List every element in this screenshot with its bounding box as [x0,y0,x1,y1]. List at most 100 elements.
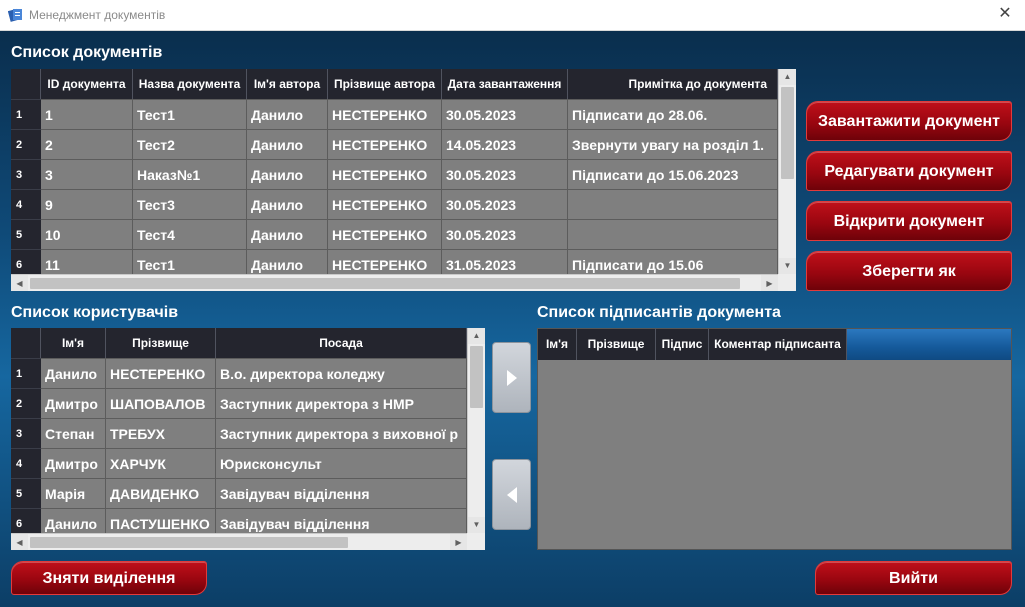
header-author-first-name[interactable]: Ім'я автора [247,69,328,99]
table-cell[interactable]: В.о. директора коледжу [216,358,467,388]
table-row[interactable]: 2 Дмитро ШАПОВАЛОВ Заступник директора з НМ… [11,388,467,418]
table-cell[interactable]: Наказ№1 [133,159,247,189]
table-cell[interactable]: Звернути увагу на розділ 1. [568,129,778,159]
table-row[interactable]: 1 Данило НЕСТЕРЕНКО В.о. директора коледжу [11,358,467,388]
scroll-left-icon[interactable]: ◀ [11,534,28,550]
table-cell[interactable]: 14.05.2023 [442,129,568,159]
scroll-thumb[interactable] [30,537,348,548]
table-cell[interactable]: Заступник директора з НМР [216,388,467,418]
clear-selection-button[interactable]: Зняти виділення [11,561,207,595]
table-cell[interactable]: Юрисконсульт [216,448,467,478]
table-cell[interactable] [568,189,778,219]
scroll-left-icon[interactable]: ◀ [11,275,28,291]
table-cell[interactable]: ШАПОВАЛОВ [106,388,216,418]
table-cell[interactable]: ХАРЧУК [106,448,216,478]
close-icon[interactable]: ✕ [995,4,1015,24]
scroll-thumb[interactable] [30,278,740,289]
signers-grid[interactable]: Ім'я Прізвище Підпис Коментар підписанта [537,328,1012,550]
header-first-name[interactable]: Ім'я [41,328,106,358]
add-signer-button[interactable] [492,342,531,413]
header-doc-id[interactable]: ID документа [41,69,133,99]
documents-grid[interactable]: ID документа Назва документа Ім'я автора… [11,69,796,291]
row-header[interactable]: 2 [11,388,41,418]
table-cell[interactable]: Данило [247,189,328,219]
scroll-thumb[interactable] [781,87,794,179]
open-document-button[interactable]: Відкрити документ [806,201,1012,241]
edit-document-button[interactable]: Редагувати документ [806,151,1012,191]
table-cell[interactable]: 2 [41,129,133,159]
table-cell[interactable]: Дмитро [41,388,106,418]
row-header[interactable]: 2 [11,129,41,159]
scroll-down-icon[interactable]: ▼ [468,517,485,533]
row-header[interactable]: 3 [11,418,41,448]
table-cell[interactable]: Підписати до 15.06.2023 [568,159,778,189]
table-row[interactable]: 2 2 Тест2 Данило НЕСТЕРЕНКО 14.05.2023 Звернут… [11,129,778,159]
table-cell[interactable]: 1 [41,99,133,129]
table-cell[interactable]: 30.05.2023 [442,189,568,219]
table-cell[interactable]: НЕСТЕРЕНКО [328,189,442,219]
table-cell[interactable]: Тест1 [133,99,247,129]
table-cell[interactable]: Дмитро [41,448,106,478]
table-row[interactable]: 5 Марія ДАВИДЕНКО Завідувач відділення [11,478,467,508]
header-signer-last-name[interactable]: Прізвище [577,329,656,360]
row-header[interactable]: 3 [11,159,41,189]
scroll-up-icon[interactable]: ▲ [468,328,485,344]
save-as-button[interactable]: Зберегти як [806,251,1012,291]
users-horizontal-scrollbar[interactable]: ◀ ▶ [11,533,467,550]
exit-button[interactable]: Вийти [815,561,1012,595]
header-signer-comment[interactable]: Коментар підписанта [709,329,847,360]
table-cell[interactable]: 30.05.2023 [442,99,568,129]
table-cell[interactable]: НЕСТЕРЕНКО [328,219,442,249]
table-row[interactable]: 3 3 Наказ№1 Данило НЕСТЕРЕНКО 30.05.2023 Підпи… [11,159,778,189]
table-cell[interactable]: 9 [41,189,133,219]
scroll-right-icon[interactable]: ▶ [450,534,467,550]
table-cell[interactable]: Тест3 [133,189,247,219]
table-cell[interactable]: ДАВИДЕНКО [106,478,216,508]
table-cell[interactable]: Данило [247,99,328,129]
table-cell[interactable]: Завідувач відділення [216,478,467,508]
header-signer-first-name[interactable]: Ім'я [538,329,577,360]
table-row[interactable]: 5 10 Тест4 Данило НЕСТЕРЕНКО 30.05.2023 [11,219,778,249]
table-row[interactable]: 4 9 Тест3 Данило НЕСТЕРЕНКО 30.05.2023 [11,189,778,219]
table-cell[interactable]: НЕСТЕРЕНКО [328,129,442,159]
scroll-up-icon[interactable]: ▲ [779,69,796,85]
header-last-name[interactable]: Прізвище [106,328,216,358]
users-grid[interactable]: Ім'я Прізвище Посада 1 Данило НЕСТЕРЕНКО В.… [11,328,485,550]
row-header[interactable]: 5 [11,219,41,249]
table-cell[interactable]: ТРЕБУХ [106,418,216,448]
table-cell[interactable]: Данило [247,159,328,189]
table-row[interactable]: 1 1 Тест1 Данило НЕСТЕРЕНКО 30.05.2023 Підписа… [11,99,778,129]
table-cell[interactable]: Данило [247,129,328,159]
upload-document-button[interactable]: Завантажити документ [806,101,1012,141]
header-doc-name[interactable]: Назва документа [133,69,247,99]
table-cell[interactable]: НЕСТЕРЕНКО [328,159,442,189]
users-vertical-scrollbar[interactable]: ▲ ▼ [467,328,485,533]
table-cell[interactable]: Підписати до 28.06. [568,99,778,129]
table-row[interactable]: 3 Степан ТРЕБУХ Заступник директора з вихов… [11,418,467,448]
table-cell[interactable]: Тест2 [133,129,247,159]
row-header[interactable]: 4 [11,189,41,219]
header-position[interactable]: Посада [216,328,467,358]
table-cell[interactable]: Степан [41,418,106,448]
documents-horizontal-scrollbar[interactable]: ◀ ▶ [11,274,778,291]
table-cell[interactable]: Заступник директора з виховної р [216,418,467,448]
table-cell[interactable]: Данило [41,358,106,388]
row-header[interactable]: 4 [11,448,41,478]
documents-vertical-scrollbar[interactable]: ▲ ▼ [778,69,796,274]
header-upload-date[interactable]: Дата завантаження [442,69,568,99]
table-cell[interactable]: Данило [247,219,328,249]
row-header[interactable]: 1 [11,99,41,129]
row-header[interactable]: 5 [11,478,41,508]
header-author-last-name[interactable]: Прізвище автора [328,69,442,99]
scroll-thumb[interactable] [470,346,483,408]
table-cell[interactable]: НЕСТЕРЕНКО [106,358,216,388]
table-cell[interactable]: 30.05.2023 [442,159,568,189]
scroll-right-icon[interactable]: ▶ [761,275,778,291]
table-row[interactable]: 4 Дмитро ХАРЧУК Юрисконсульт [11,448,467,478]
scroll-down-icon[interactable]: ▼ [779,258,796,274]
table-cell[interactable] [568,219,778,249]
header-signature[interactable]: Підпис [656,329,709,360]
table-cell[interactable]: Марія [41,478,106,508]
remove-signer-button[interactable] [492,459,531,530]
table-cell[interactable]: НЕСТЕРЕНКО [328,99,442,129]
